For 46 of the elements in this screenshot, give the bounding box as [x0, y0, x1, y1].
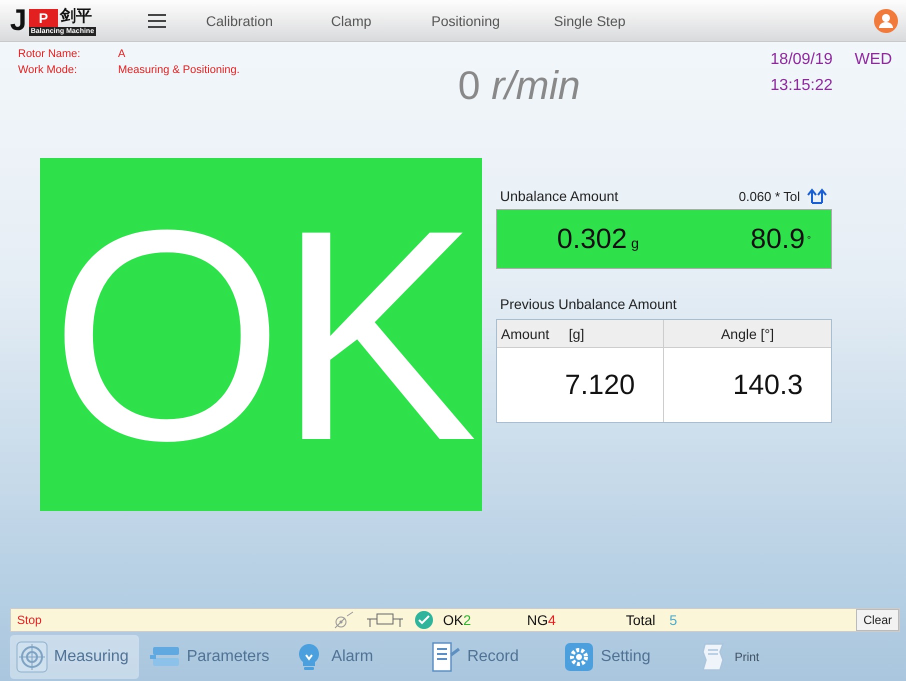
probe-icon: [333, 611, 355, 629]
section-title: Unbalance Amount: [500, 188, 618, 204]
arrows-up-icon[interactable]: [806, 188, 828, 204]
field-label: Rotor Name:: [18, 48, 82, 60]
table-cell: 7.120: [497, 348, 664, 422]
settings-icon: [562, 640, 595, 672]
speed-reading: 0 r/min: [458, 64, 580, 110]
nav-tab[interactable]: Record: [423, 634, 529, 678]
rotor-icon: [365, 612, 405, 628]
field-value: Measuring & Positioning.: [118, 64, 241, 76]
section-title: Previous Unbalance Amount: [500, 296, 677, 312]
unit-text: g: [631, 235, 639, 251]
logo-letter: J: [10, 6, 27, 36]
result-text: OK: [50, 184, 472, 484]
nav-tab[interactable]: Parameters: [142, 634, 280, 678]
menu-item[interactable]: Single Step: [554, 12, 626, 28]
angle-value: 80.9: [750, 223, 805, 255]
time-text: 13:15:22: [770, 77, 833, 95]
table-cell-text: 140.3: [732, 368, 804, 402]
status-text: Stop: [17, 613, 43, 627]
logo-mark: P: [28, 8, 58, 26]
unit-text: °: [807, 235, 811, 246]
total-label: Total: [626, 612, 656, 628]
weekday-text: WED: [854, 51, 892, 69]
nav-tab[interactable]: Measuring: [10, 634, 139, 678]
total-count: 5: [669, 612, 678, 628]
menu-icon[interactable]: [148, 14, 166, 28]
user-icon[interactable]: [874, 8, 898, 32]
ok-count: OK2: [443, 612, 472, 628]
field-value: A: [118, 48, 126, 60]
logo-text: 剑平: [60, 6, 92, 26]
menu-item[interactable]: Clamp: [330, 12, 372, 28]
column-header: Angle [°]: [664, 320, 831, 348]
target-icon: [16, 640, 48, 672]
ng-count: NG4: [527, 612, 556, 628]
nav-tab[interactable]: Setting: [556, 634, 661, 678]
date-text: 18/09/19: [770, 51, 833, 69]
clear-button[interactable]: Clear: [856, 609, 899, 631]
check-icon: [415, 611, 433, 629]
field-label: Work Mode:: [18, 64, 78, 76]
menu-item[interactable]: Positioning: [431, 12, 500, 28]
tolerance-text: 0.060 * Tol: [738, 188, 800, 204]
nav-tab[interactable]: Alarm: [287, 634, 384, 678]
amount-value: 0.302: [557, 223, 628, 255]
menu-item[interactable]: Calibration: [206, 12, 273, 28]
column-header: Amount [g]: [497, 320, 664, 348]
